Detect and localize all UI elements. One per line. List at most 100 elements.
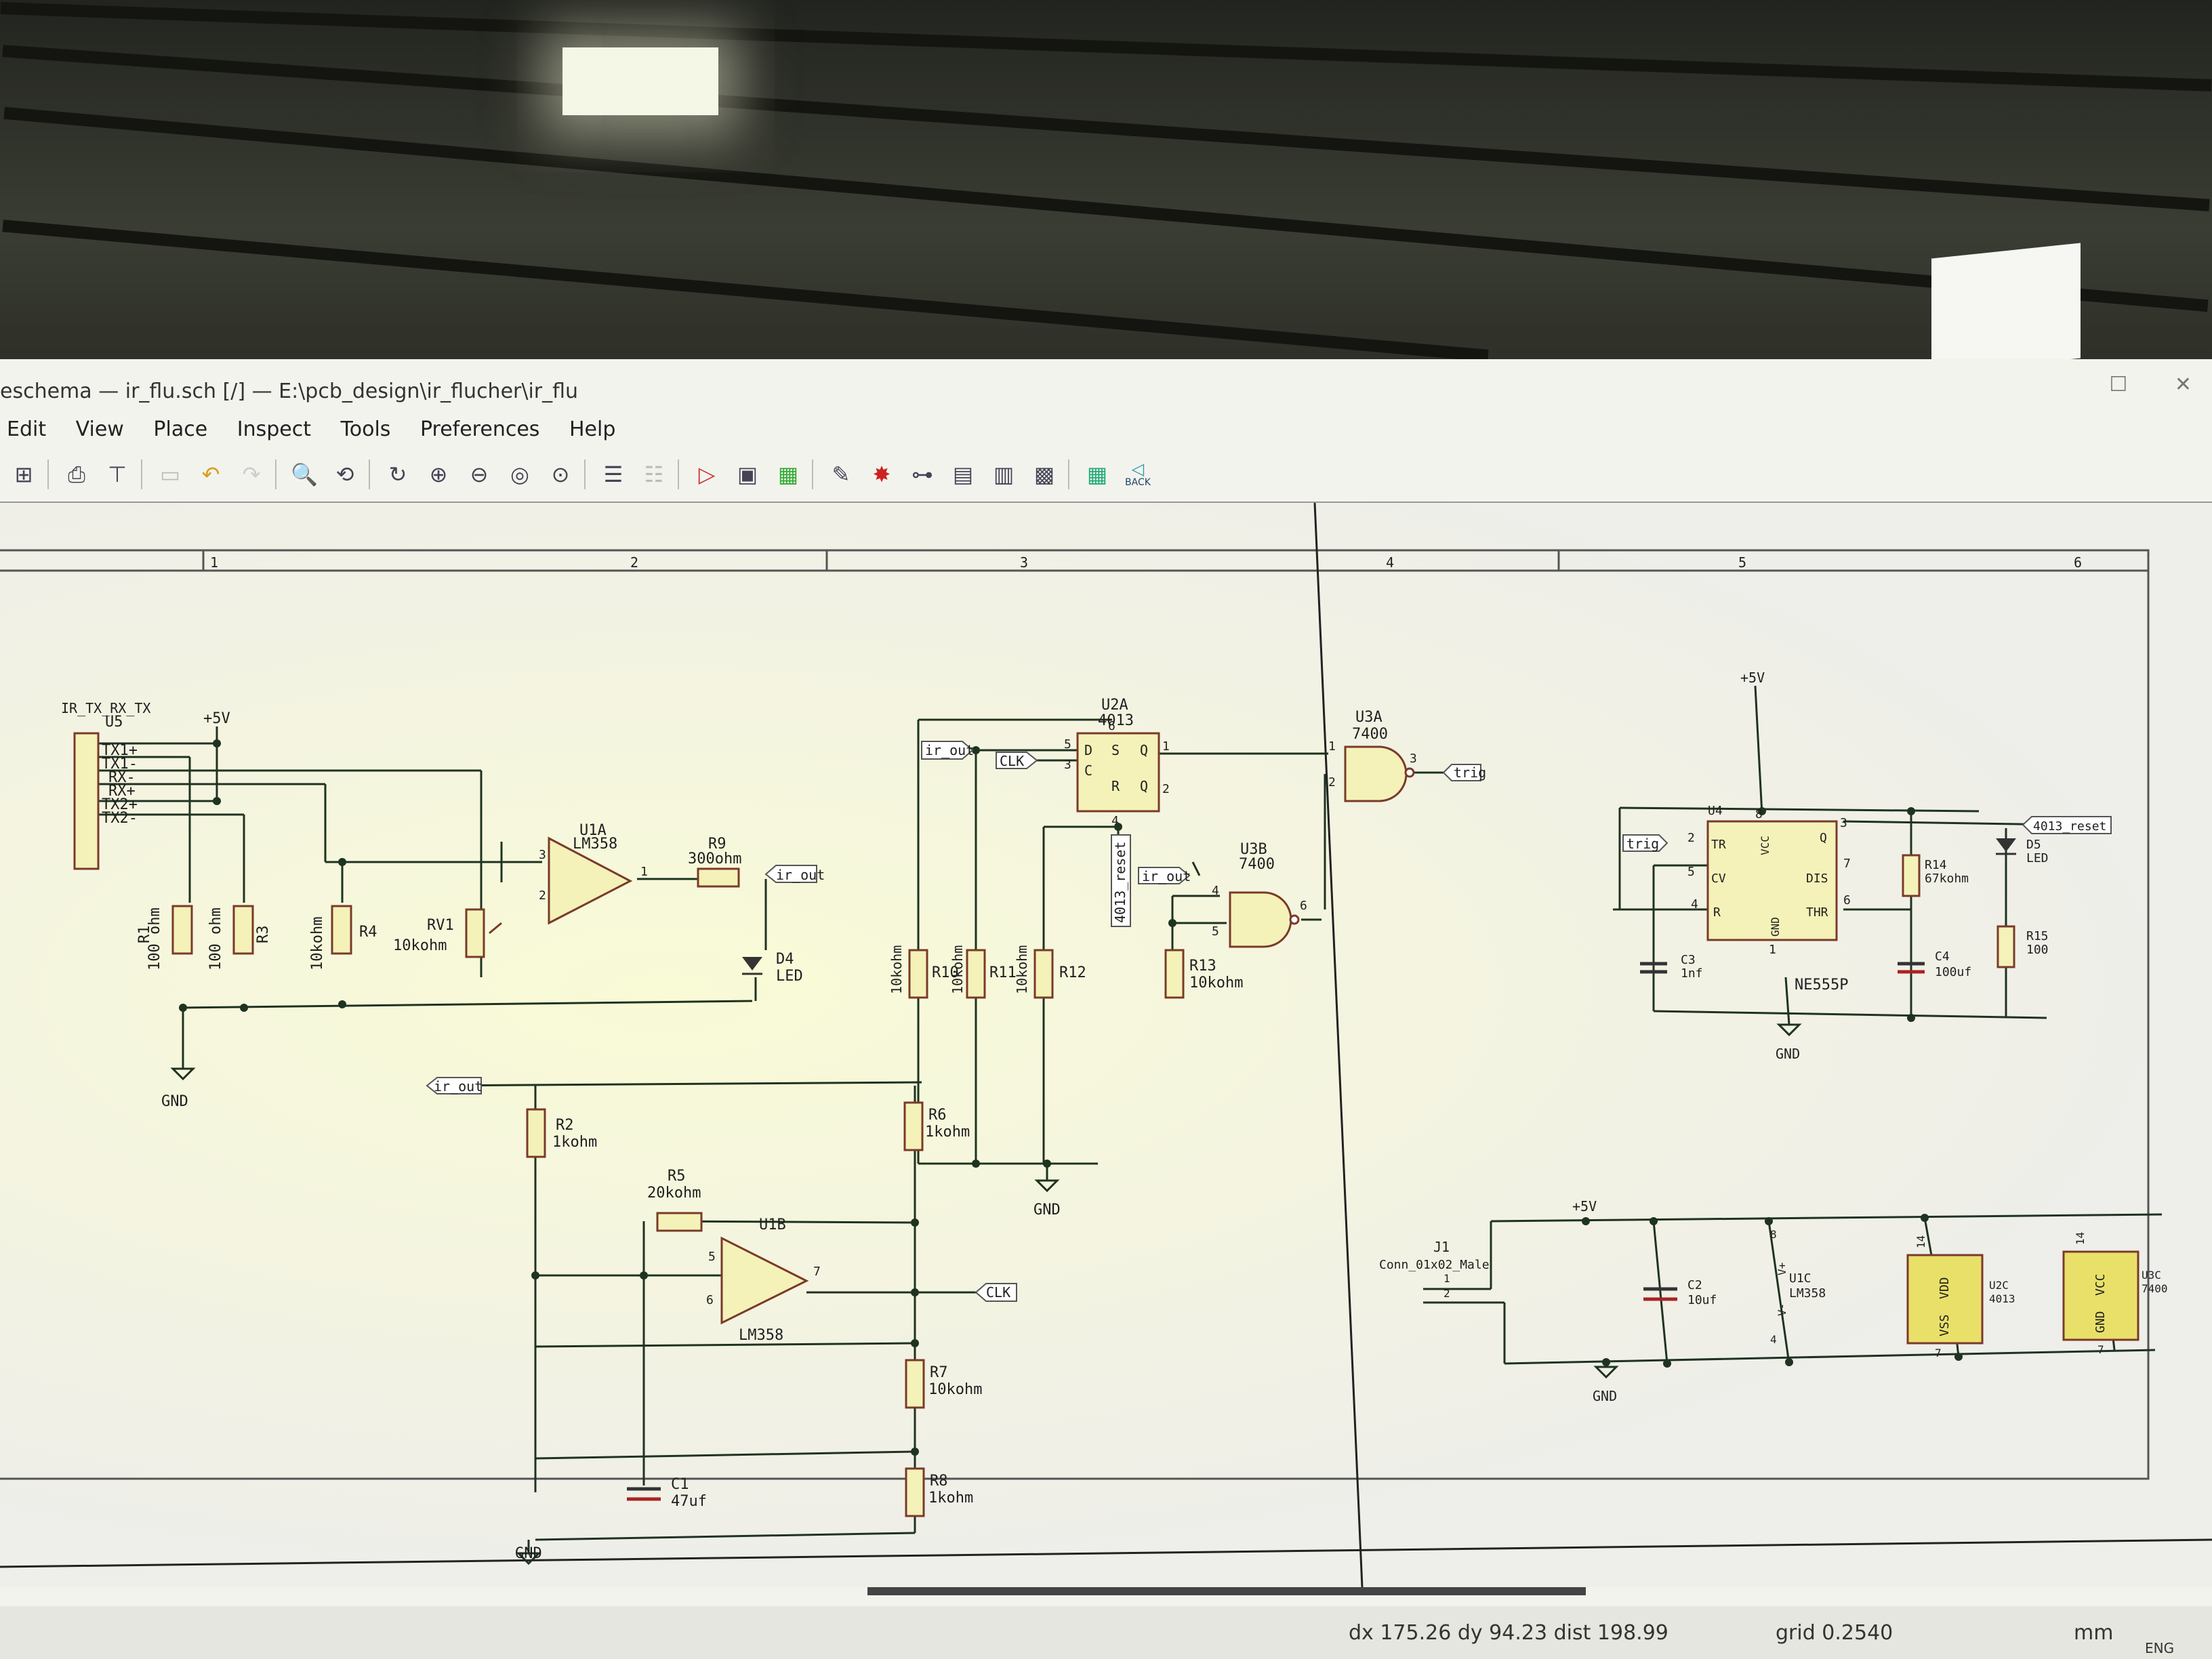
resistor-r10[interactable]: 10kohm R10 xyxy=(888,945,959,999)
c3-ref: C3 xyxy=(1681,953,1696,967)
find-replace-icon[interactable]: ⟲ xyxy=(328,457,362,491)
u4-ref: U4 xyxy=(1708,804,1723,818)
zoom-in-icon[interactable]: ⊕ xyxy=(422,457,455,491)
menu-help[interactable]: Help xyxy=(569,417,615,441)
resistor-r12[interactable]: 10kohm R12 xyxy=(1014,945,1086,999)
label-trig-1[interactable]: trig xyxy=(1442,764,1486,781)
pcb-icon[interactable]: ▦ xyxy=(1080,457,1114,491)
power-5v-u4[interactable]: +5V xyxy=(1740,670,1765,686)
u1b-pin-6: 6 xyxy=(706,1293,714,1307)
d5-ref: D5 xyxy=(2026,838,2041,852)
schematic-canvas[interactable]: 1 2 3 4 5 6 U5 IR_TX_RX_TX TX1+ TX1- RX-… xyxy=(0,501,2212,1587)
potentiometer-rv1[interactable]: RV1 10kohm xyxy=(393,908,502,958)
label-trig-2[interactable]: trig xyxy=(1622,834,1668,852)
leave-sheet-icon[interactable]: ☷ xyxy=(637,457,671,491)
library-browser-icon[interactable]: ▣ xyxy=(731,457,764,491)
paste-icon[interactable]: ▭ xyxy=(153,457,187,491)
nand-power-u3c[interactable]: VCC GND U3C 7400 14 7 xyxy=(2062,1232,2168,1356)
menu-tools[interactable]: Tools xyxy=(341,417,391,441)
menu-preferences[interactable]: Preferences xyxy=(420,417,539,441)
label-4013-reset-2[interactable]: 4013_reset xyxy=(2022,816,2112,834)
u3a-pin-3: 3 xyxy=(1410,752,1417,766)
u1c-vminus: V- xyxy=(1776,1303,1788,1316)
led-d5[interactable]: D5 LED xyxy=(1996,838,2049,865)
opamp-u1a[interactable]: U1A LM358 3 2 1 xyxy=(539,822,648,925)
gnd-symbol-2[interactable]: GND xyxy=(1033,1179,1061,1218)
resistor-r8[interactable]: R8 1kohm xyxy=(905,1467,973,1517)
menu-inspect[interactable]: Inspect xyxy=(237,417,311,441)
resistor-r6[interactable]: R6 1kohm xyxy=(903,1101,970,1151)
c1-value: 47uf xyxy=(671,1493,707,1510)
capacitor-c1[interactable]: C1 47uf xyxy=(627,1476,707,1510)
horizontal-scrollbar[interactable] xyxy=(867,1587,1586,1595)
menu-place[interactable]: Place xyxy=(153,417,207,441)
resistor-r3[interactable]: 100 ohm R3 xyxy=(207,905,272,970)
nand-gate-u3a[interactable]: U3A 7400 1 2 3 xyxy=(1328,709,1417,802)
erc-icon[interactable]: ✸ xyxy=(865,457,899,491)
connector-j1[interactable]: J1 Conn_01x02_Male 1 2 xyxy=(1379,1239,1490,1300)
resistor-r15[interactable]: R15 100 xyxy=(1996,925,2049,968)
r8-value: 1kohm xyxy=(928,1490,973,1507)
annotate-icon[interactable]: ✎ xyxy=(824,457,858,491)
opamp-u1b[interactable]: U1B LM358 5 6 7 xyxy=(706,1216,821,1344)
flipflop-power-u2c[interactable]: VDD VSS U2C 4013 14 7 xyxy=(1906,1235,2015,1359)
resistor-r4[interactable]: 10kohm R4 xyxy=(309,905,377,970)
label-clk-1[interactable]: CLK xyxy=(996,752,1038,769)
label-ir-out-1[interactable]: ir_out xyxy=(764,865,825,883)
undo-icon[interactable]: ↶ xyxy=(194,457,228,491)
zoom-fit-icon[interactable]: ◎ xyxy=(503,457,537,491)
resistor-r1[interactable]: 100 ohm R1 xyxy=(136,905,193,970)
resistor-r11[interactable]: 10kohm R11 xyxy=(949,945,1017,999)
restore-icon[interactable]: ☐ xyxy=(2109,373,2127,396)
capacitor-c3[interactable]: C3 1nf xyxy=(1640,953,1703,981)
label-clk-2[interactable]: CLK xyxy=(975,1283,1017,1302)
flipflop-u2a[interactable]: U2A 4013 D S Q C R Q 5 3 6 4 1 2 xyxy=(1064,697,1170,828)
nand-gate-u3b[interactable]: U3B 7400 4 5 6 xyxy=(1212,841,1307,948)
capacitor-c2[interactable]: C2 10uf xyxy=(1643,1278,1717,1307)
u3c-ref: U3C xyxy=(2142,1269,2161,1282)
menu-edit[interactable]: Edit xyxy=(7,417,46,441)
netlist-icon[interactable]: ⊶ xyxy=(905,457,939,491)
symbol-editor-icon[interactable]: ▷ xyxy=(690,457,724,491)
r3-value: 100 ohm xyxy=(207,907,224,970)
u1a-pin-1: 1 xyxy=(640,865,648,879)
resistor-r14[interactable]: R14 67kohm xyxy=(1902,854,1969,897)
menu-view[interactable]: View xyxy=(76,417,124,441)
find-icon[interactable]: 🔍 xyxy=(287,457,321,491)
plot-icon[interactable]: ⊤ xyxy=(100,457,134,491)
u4-pin-num-8: 8 xyxy=(1755,807,1763,821)
label-ir-out-3[interactable]: ir_out xyxy=(1138,867,1191,884)
led-d4[interactable]: D4 LED xyxy=(742,951,803,985)
column-5: 5 xyxy=(1738,554,1746,571)
gnd-symbol-3[interactable]: GND xyxy=(1776,1023,1802,1062)
back-icon[interactable]: ◁ BACK xyxy=(1121,457,1155,491)
resistor-r13[interactable]: R13 10kohm xyxy=(1164,949,1243,999)
label-ir-out-2[interactable]: ir_out xyxy=(921,741,974,760)
capacitor-c4[interactable]: C4 100uf xyxy=(1898,949,1971,979)
u2c-pin-vdd: VDD xyxy=(1938,1277,1952,1299)
timer-u4[interactable]: U4 NE555P TR CV R VCC GND Q DIS THR 2 5 … xyxy=(1687,804,1851,994)
hierarchy-icon[interactable]: ☰ xyxy=(596,457,630,491)
redo-icon[interactable]: ↷ xyxy=(234,457,268,491)
redraw-icon[interactable]: ↻ xyxy=(381,457,415,491)
pcbnew-icon[interactable]: ▩ xyxy=(1027,457,1061,491)
close-icon[interactable]: ✕ xyxy=(2175,373,2192,396)
resistor-r2[interactable]: R2 1kohm xyxy=(526,1108,597,1158)
label-ir-out-4[interactable]: ir_out xyxy=(426,1077,483,1094)
cvpcb-icon[interactable]: ▥ xyxy=(987,457,1021,491)
zoom-out-icon[interactable]: ⊖ xyxy=(462,457,496,491)
resistor-r5[interactable]: R5 20kohm xyxy=(647,1168,703,1232)
sheet-setup-icon[interactable]: ⊞ xyxy=(7,457,41,491)
schematic-drawing[interactable]: 1 2 3 4 5 6 U5 IR_TX_RX_TX TX1+ TX1- RX-… xyxy=(0,503,2212,1587)
resistor-r7[interactable]: R7 10kohm xyxy=(905,1359,982,1409)
zoom-selection-icon[interactable]: ⊙ xyxy=(544,457,577,491)
print-icon[interactable]: ⎙ xyxy=(60,457,94,491)
bom-icon[interactable]: ▤ xyxy=(946,457,980,491)
gnd-symbol-5[interactable]: GND xyxy=(1593,1366,1619,1404)
label-4013-reset-1[interactable]: 4013_reset xyxy=(1111,834,1131,927)
power-5v-lower[interactable]: +5V xyxy=(1572,1198,1597,1214)
power-5v-top-left[interactable]: +5V xyxy=(203,710,230,727)
footprint-editor-icon[interactable]: ▦ xyxy=(771,457,805,491)
d5-value: LED xyxy=(2026,851,2049,865)
gnd-symbol-1[interactable]: GND xyxy=(161,1067,196,1110)
